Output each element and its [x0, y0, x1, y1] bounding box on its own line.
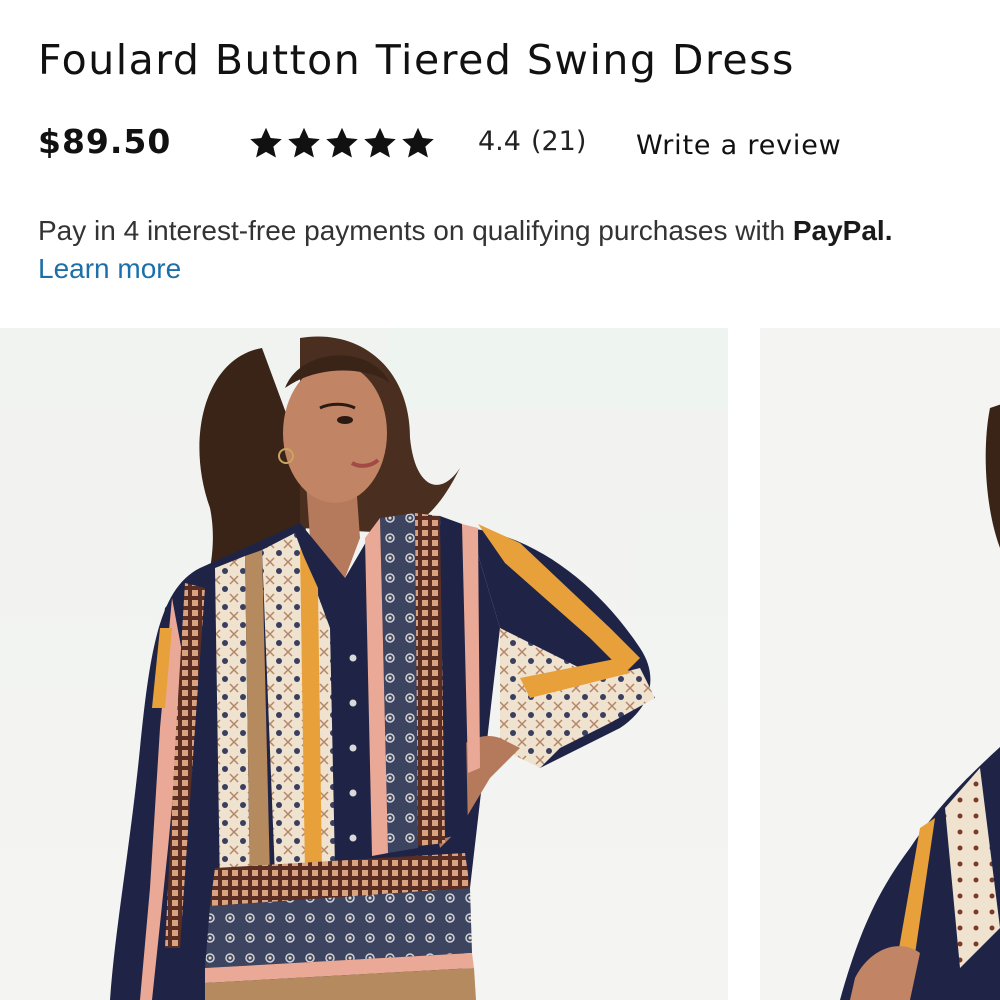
rating-value: 4.4	[478, 126, 521, 157]
star-icon	[326, 127, 358, 158]
paypal-installments-message: Pay in 4 interest-free payments on quali…	[38, 212, 988, 288]
price-rating-row: $89.50 4.4 (21) Write a review	[38, 118, 978, 174]
paypal-message-text: Pay in 4 interest-free payments on quali…	[38, 215, 786, 246]
star-icon	[364, 127, 396, 158]
review-count[interactable]: (21)	[531, 126, 586, 157]
product-image-main[interactable]	[0, 328, 728, 1000]
product-page: Foulard Button Tiered Swing Dress $89.50…	[0, 0, 1000, 1000]
paypal-brand: PayPal.	[792, 215, 893, 246]
product-price: $89.50	[38, 122, 172, 161]
rating-summary: 4.4 (21)	[478, 126, 586, 157]
write-review-link[interactable]: Write a review	[636, 130, 842, 161]
product-image-alt[interactable]	[760, 328, 1000, 1000]
learn-more-link[interactable]: Learn more	[38, 250, 988, 288]
star-icon	[402, 127, 434, 158]
product-title: Foulard Button Tiered Swing Dress	[38, 36, 795, 84]
model-photo-alt	[840, 404, 1000, 1000]
model-photo	[110, 336, 655, 1000]
star-rating[interactable]	[248, 118, 436, 168]
star-icon	[288, 127, 320, 158]
star-icon	[250, 127, 282, 158]
